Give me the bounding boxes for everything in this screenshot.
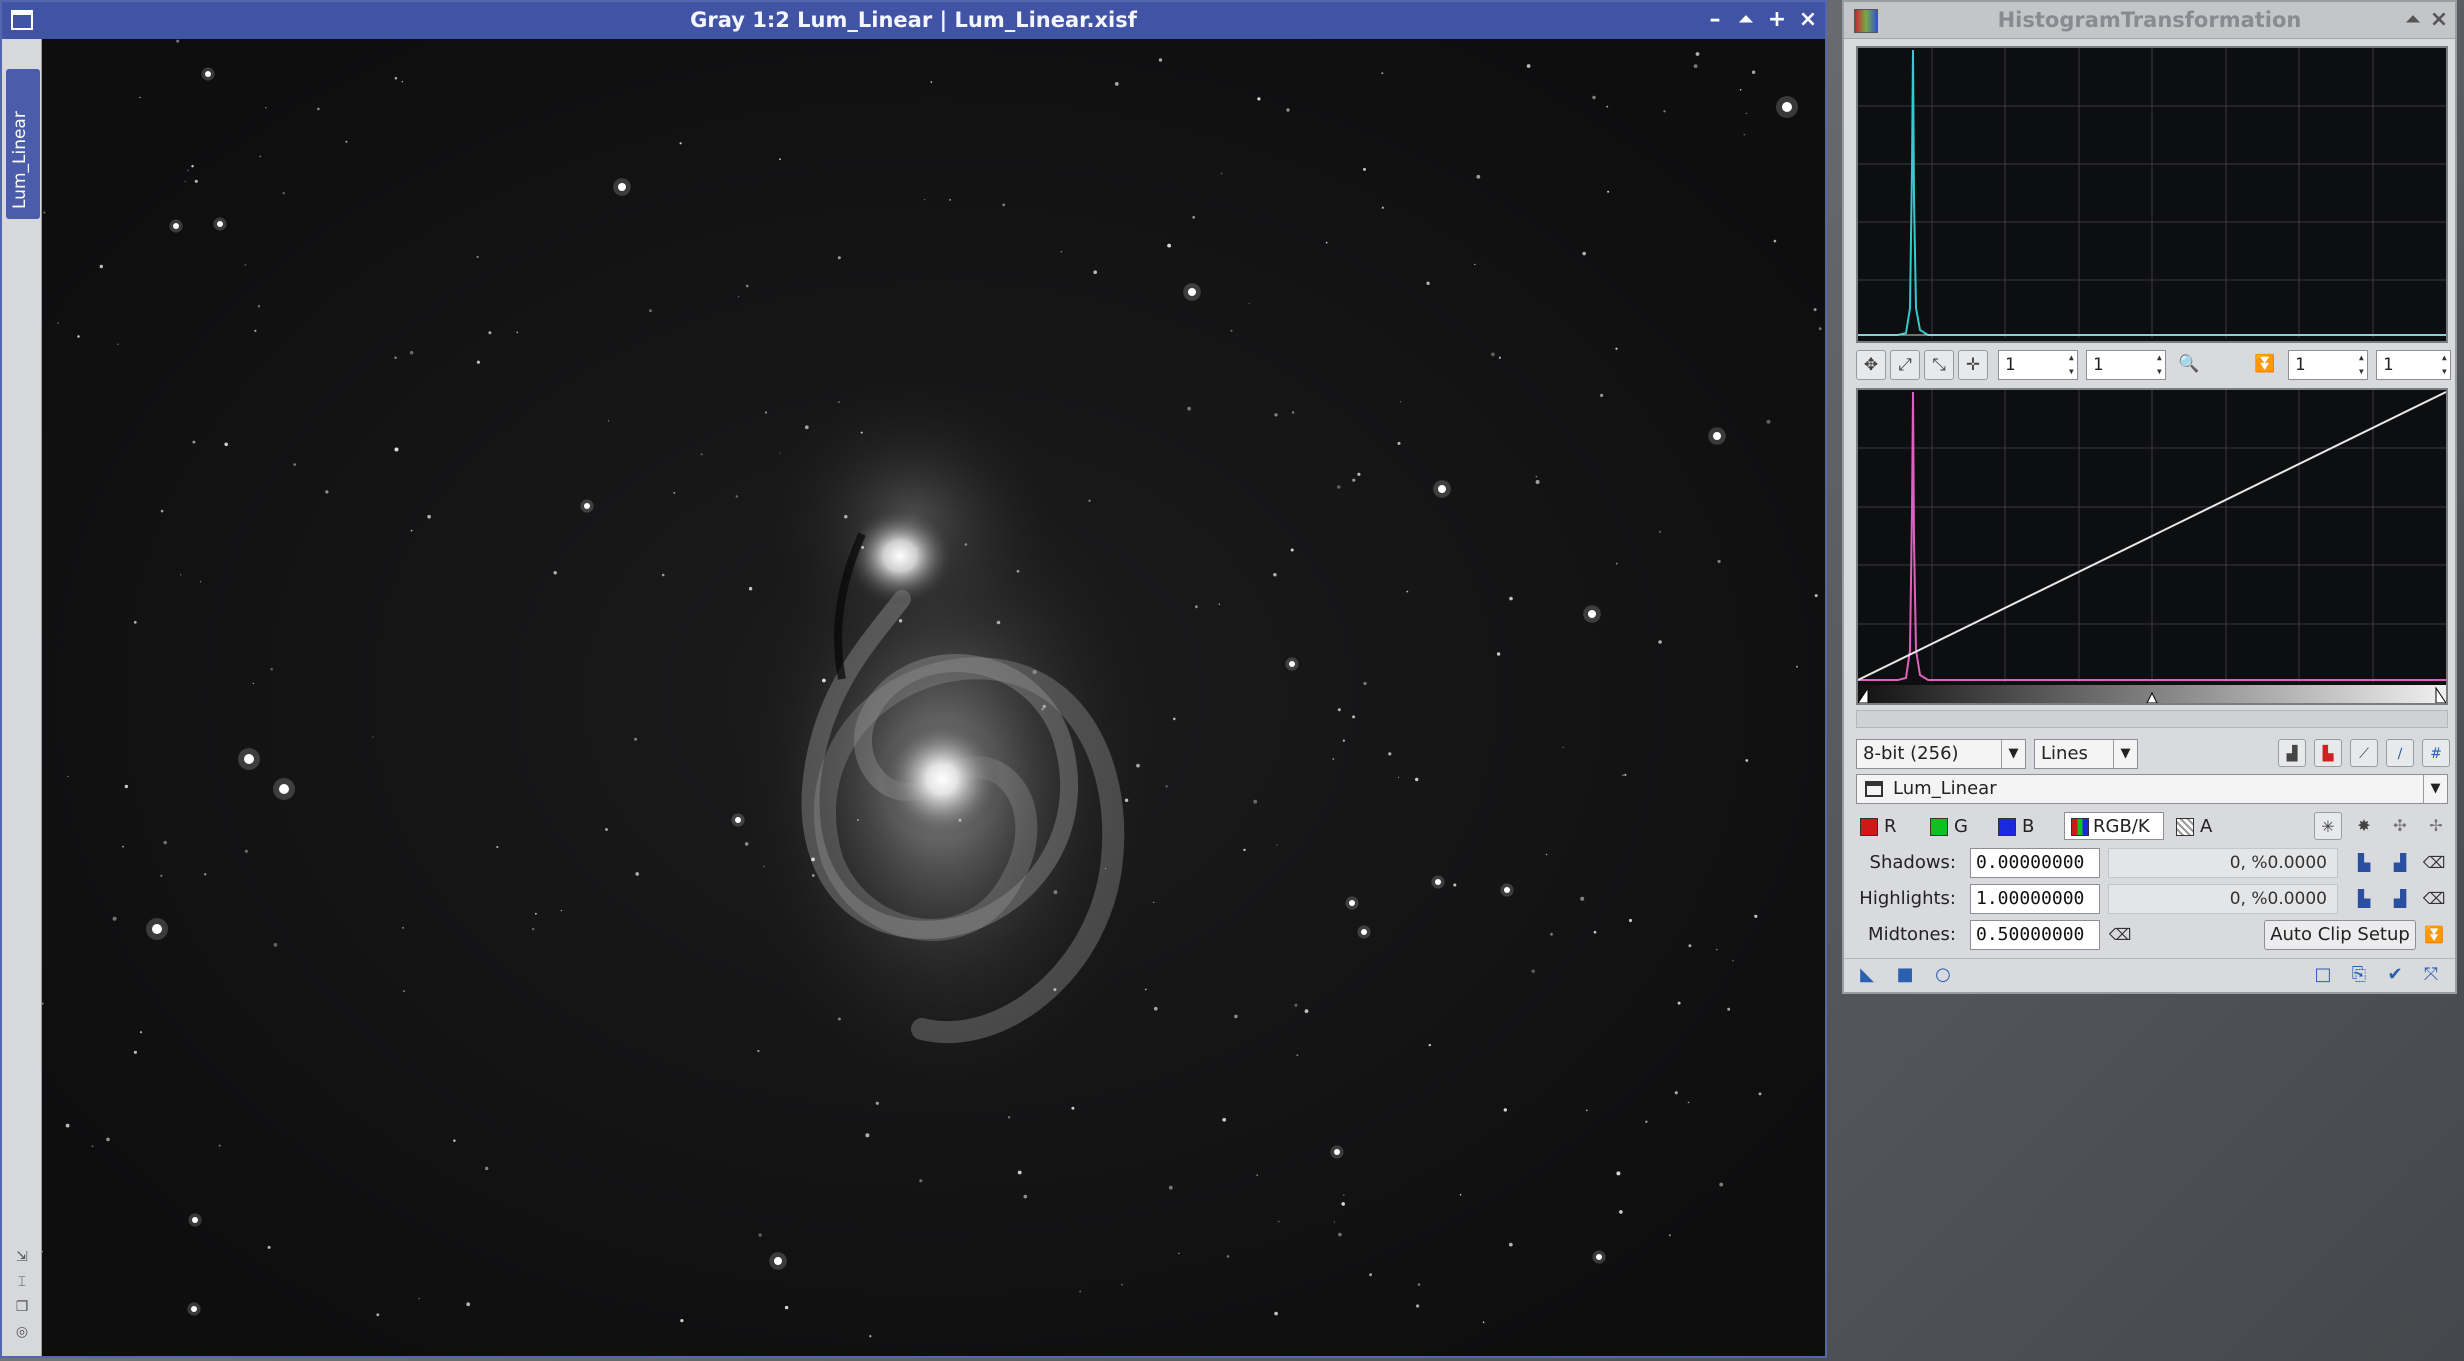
- zoom-out-icon[interactable]: ⤡: [1924, 350, 1954, 380]
- chevron-down-icon: ▼: [2423, 775, 2447, 803]
- channel-r-label: R: [1884, 816, 1897, 837]
- channel-b-label: B: [2022, 816, 2035, 837]
- chevron-down-icon: ▼: [2113, 740, 2137, 768]
- image-window-titlebar[interactable]: Gray 1:2 Lum_Linear | Lum_Linear.xisf – …: [2, 2, 1825, 39]
- resolution-value: 8-bit (256): [1863, 743, 1959, 764]
- expand-icon[interactable]: ⏬: [2420, 921, 2448, 949]
- highlights-label: Highlights:: [1859, 888, 1956, 909]
- alpha-swatch-icon: [2176, 818, 2194, 836]
- graph-style-value: Lines: [2041, 743, 2088, 764]
- apply-icon[interactable]: ✔: [2382, 962, 2408, 988]
- midtones-field[interactable]: 0.50000000: [1970, 920, 2100, 950]
- image-window-title: Gray 1:2 Lum_Linear | Lum_Linear.xisf: [690, 8, 1137, 32]
- image-side-panel: Lum_Linear ⇲ ⌶ ❐ ◎: [2, 39, 42, 1356]
- resolution-combo[interactable]: 8-bit (256) ▼: [1856, 739, 2026, 769]
- highlights-reset-icon[interactable]: ⌫: [2420, 885, 2448, 913]
- view-selection-combo[interactable]: Lum_Linear ▼: [1856, 774, 2448, 804]
- galaxy-image: [42, 39, 1825, 1356]
- new-instance-icon[interactable]: ◣: [1854, 962, 1880, 988]
- clone-icon[interactable]: ❐: [14, 1299, 30, 1315]
- auto-zero-highlights-icon[interactable]: ✸: [2350, 812, 2378, 840]
- reject-saturated-icon[interactable]: ▟: [2278, 739, 2306, 767]
- histogram-titlebar[interactable]: HistogramTransformation ⏶ ×: [1844, 2, 2455, 39]
- graph-style-combo[interactable]: Lines ▼: [2034, 739, 2138, 769]
- auto-clip-highlights-icon[interactable]: ✢: [2422, 812, 2450, 840]
- zoom-toolbar: ✥ ⤢ ⤡ ✛ 1 1 🔍 ⏬ 1 1: [1852, 348, 2451, 382]
- channel-rgbk-label: RGB/K: [2093, 816, 2150, 837]
- zoom-icon[interactable]: 🔍: [2174, 350, 2204, 380]
- shade-button[interactable]: ⏶: [2400, 6, 2426, 34]
- midtones-label: Midtones:: [1868, 924, 1956, 945]
- view-selection-value: Lum_Linear: [1893, 778, 1997, 799]
- pin-icon[interactable]: ⌶: [14, 1274, 30, 1290]
- chevron-down-icon: ▼: [2001, 740, 2025, 768]
- auto-zero-shadows-icon[interactable]: ✳: [2314, 812, 2342, 840]
- output-horizontal-zoom-spin[interactable]: 1: [2288, 350, 2368, 380]
- process-toolbar: ◣ ■ ○ □ ⎘ ✔ ⤧: [1844, 962, 2455, 992]
- apply-global-icon[interactable]: ■: [1892, 962, 1918, 988]
- midtones-reset-icon[interactable]: ⌫: [2106, 921, 2134, 949]
- maximize-button[interactable]: +: [1764, 6, 1790, 34]
- fit-view-icon[interactable]: ⇲: [14, 1249, 30, 1265]
- shadows-auto-icon[interactable]: ▙: [2350, 849, 2378, 877]
- green-swatch-icon: [1930, 818, 1948, 836]
- histogram-transformation-panel: HistogramTransformation ⏶ × ✥ ⤢ ⤡ ✛ 1 1 …: [1842, 0, 2457, 994]
- blue-swatch-icon: [1998, 818, 2016, 836]
- vertical-zoom-spin[interactable]: 1: [2086, 350, 2166, 380]
- red-swatch-icon: [1860, 818, 1878, 836]
- pan-mode-icon[interactable]: ✥: [1856, 350, 1886, 380]
- view-icon: [1865, 781, 1883, 797]
- move-icon[interactable]: ✛: [1958, 350, 1988, 380]
- horizontal-zoom-spin[interactable]: 1: [1998, 350, 2078, 380]
- minimize-button[interactable]: –: [1702, 6, 1728, 34]
- histogram-title: HistogramTransformation: [1997, 8, 2302, 32]
- shadows-reset-icon[interactable]: ⌫: [2420, 849, 2448, 877]
- shade-button[interactable]: ⏶: [1733, 6, 1759, 34]
- image-viewport[interactable]: [42, 39, 1825, 1356]
- browse-docs-icon[interactable]: □: [2310, 962, 2336, 988]
- image-window: Gray 1:2 Lum_Linear | Lum_Linear.xisf – …: [0, 0, 1827, 1358]
- channel-g-label: G: [1954, 816, 1968, 837]
- highlights-clipped-readout: 0, %0.0000: [2108, 884, 2338, 914]
- output-vertical-zoom-spin[interactable]: 1: [2376, 350, 2451, 380]
- edit-instance-icon[interactable]: ⎘: [2346, 962, 2372, 988]
- view-tab-label: Lum_Linear: [10, 111, 30, 209]
- highlights-auto-icon[interactable]: ▙: [2350, 885, 2378, 913]
- show-curve-icon[interactable]: ⟋: [2350, 739, 2378, 767]
- sync-zoom-icon[interactable]: ⏬: [2250, 350, 2280, 380]
- view-tab[interactable]: Lum_Linear: [6, 69, 40, 219]
- input-histogram-graph[interactable]: [1856, 388, 2448, 705]
- horizontal-scrollbar[interactable]: [1856, 710, 2448, 728]
- highlights-clip-icon[interactable]: ▟: [2386, 885, 2414, 913]
- shadows-clip-icon[interactable]: ▟: [2386, 849, 2414, 877]
- shadows-label: Shadows:: [1869, 852, 1956, 873]
- show-grid-icon[interactable]: #: [2422, 739, 2450, 767]
- channel-a-label: A: [2200, 816, 2213, 837]
- channel-rgbk-toggle[interactable]: RGB/K: [2064, 812, 2164, 840]
- real-time-preview-icon[interactable]: ○: [1930, 962, 1956, 988]
- output-histogram-graph[interactable]: [1856, 46, 2448, 343]
- input-histogram-plot: [1858, 390, 2446, 703]
- reset-icon[interactable]: ⤧: [2418, 962, 2444, 988]
- shadows-field[interactable]: 0.00000000: [1970, 848, 2100, 878]
- shadows-clipped-readout: 0, %0.0000: [2108, 848, 2338, 878]
- preview-icon[interactable]: ◎: [14, 1324, 30, 1340]
- show-rgb-icon[interactable]: ▙: [2314, 739, 2342, 767]
- output-histogram-plot: [1858, 48, 2446, 338]
- auto-clip-setup-button[interactable]: Auto Clip Setup: [2264, 920, 2416, 950]
- rgb-swatch-icon: [2071, 818, 2089, 836]
- divider: [1844, 958, 2455, 959]
- close-button[interactable]: ×: [2426, 6, 2452, 34]
- highlights-field[interactable]: 1.00000000: [1970, 884, 2100, 914]
- zoom-in-icon[interactable]: ⤢: [1890, 350, 1920, 380]
- auto-clip-shadows-icon[interactable]: ✣: [2386, 812, 2414, 840]
- close-button[interactable]: ×: [1795, 6, 1821, 34]
- show-transfer-icon[interactable]: ∕: [2386, 739, 2414, 767]
